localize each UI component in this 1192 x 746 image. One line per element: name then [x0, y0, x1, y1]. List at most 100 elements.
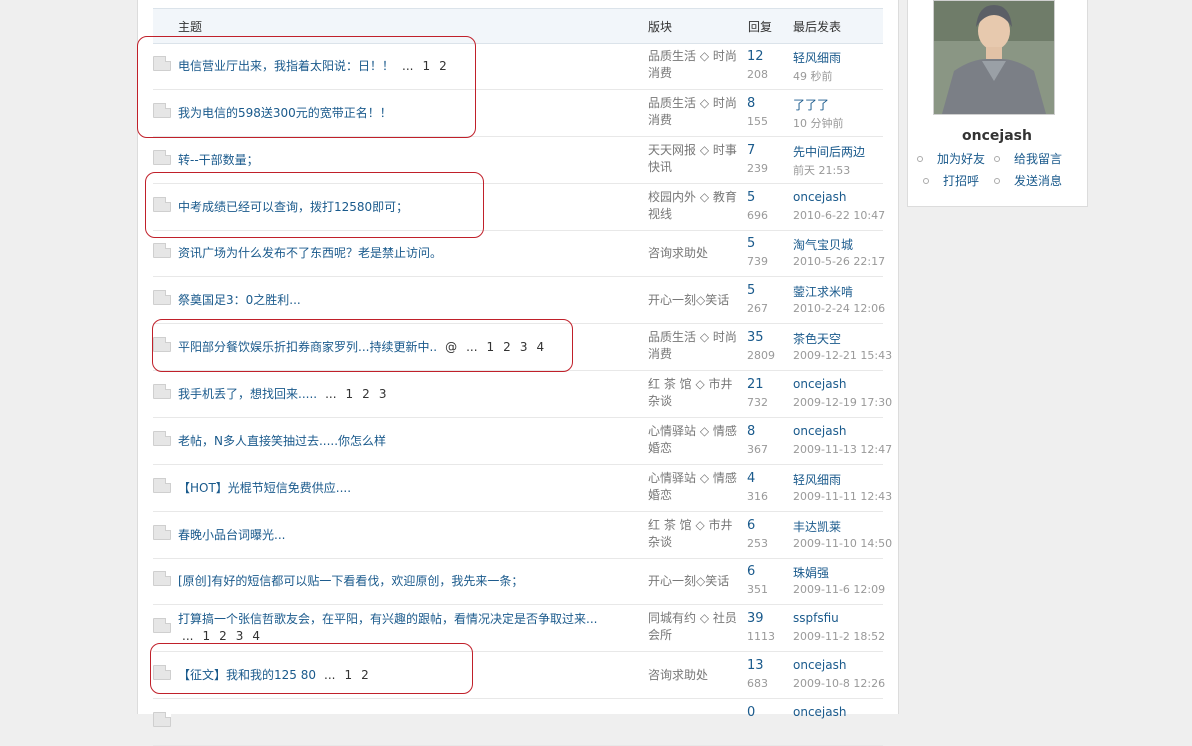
- board-link[interactable]: 品质生活 ◇ 时尚消费: [648, 48, 744, 82]
- thread-title-link[interactable]: 转--干部数量；: [178, 152, 618, 169]
- last-poster-link[interactable]: 珠娟强: [793, 564, 829, 581]
- last-poster-link[interactable]: sspfsfiu: [793, 611, 839, 625]
- last-post-time: 前天 21:53: [793, 163, 851, 177]
- last-poster-link[interactable]: oncejash: [793, 705, 846, 719]
- folder-icon: [153, 711, 171, 727]
- view-count: 155: [747, 114, 768, 128]
- last-poster-link[interactable]: 蓥江求米啃: [793, 283, 853, 300]
- reply-count: 4: [747, 470, 756, 486]
- page-link[interactable]: ...: [182, 629, 193, 643]
- thread-title-link[interactable]: 春晚小品台词曝光...: [178, 527, 618, 544]
- last-poster-link[interactable]: oncejash: [793, 658, 846, 672]
- board-link[interactable]: 品质生活 ◇ 时尚消费: [648, 95, 744, 129]
- view-count: 253: [747, 536, 768, 550]
- board-link[interactable]: 开心一刻◇笑话: [648, 573, 744, 590]
- table-row: 春晚小品台词曝光... 红 茶 馆 ◇ 市井杂谈 6 253 丰达凯莱 2009-11-1…: [153, 512, 892, 559]
- thread-title-link[interactable]: 【征文】我和我的125 80... 1 2: [178, 667, 618, 684]
- reply-count: 21: [747, 376, 764, 392]
- last-poster-link[interactable]: oncejash: [793, 190, 846, 204]
- table-row: 老帖，N多人直接笑抽过去.....你怎么样 心情驿站 ◇ 情感婚恋 8 367 once…: [153, 418, 892, 465]
- thread-title-link[interactable]: 老帖，N多人直接笑抽过去.....你怎么样: [178, 433, 618, 450]
- thread-title-link[interactable]: 【HOT】光棍节短信免费供应....: [178, 480, 618, 497]
- page-link[interactable]: 4: [252, 629, 260, 643]
- view-count: 696: [747, 208, 768, 222]
- last-poster-link[interactable]: 轻风细雨: [793, 49, 841, 66]
- header-last-post: 最后发表: [793, 20, 842, 34]
- board-link[interactable]: 开心一刻◇笑话: [648, 292, 744, 309]
- last-post-time: 2010-6-22 10:47: [793, 208, 886, 222]
- folder-icon: [153, 56, 171, 71]
- view-count: 367: [747, 442, 768, 456]
- last-poster-link[interactable]: 轻风细雨: [793, 471, 841, 488]
- page-link[interactable]: 2: [219, 629, 227, 643]
- page-link[interactable]: 1: [346, 387, 354, 401]
- page-link[interactable]: 4: [536, 340, 544, 354]
- board-link[interactable]: 红 茶 馆 ◇ 市井杂谈: [648, 517, 744, 551]
- board-link[interactable]: 品质生活 ◇ 时尚消费: [648, 329, 744, 363]
- board-link[interactable]: 咨询求助处: [648, 667, 744, 684]
- page-link[interactable]: 2: [439, 59, 447, 73]
- thread-title-text: [原创]有好的短信都可以贴一下看看伐，欢迎原创，我先来一条；: [178, 574, 524, 589]
- profile-username[interactable]: oncejash: [907, 128, 1087, 144]
- page-link[interactable]: 3: [520, 340, 528, 354]
- page-link[interactable]: 1: [487, 340, 495, 354]
- page-link[interactable]: 2: [503, 340, 511, 354]
- page-link[interactable]: 2: [362, 387, 370, 401]
- board-link[interactable]: 心情驿站 ◇ 情感婚恋: [648, 423, 744, 457]
- thread-title-link[interactable]: 电信营业厅出来，我指着太阳说：日！！... 1 2: [178, 58, 618, 75]
- last-poster-link[interactable]: 先中间后两边: [793, 143, 865, 160]
- add-friend-link[interactable]: 加为好友: [916, 150, 985, 167]
- table-row: 祭奠国足3：0之胜利... 开心一刻◇笑话 5 267 蓥江求米啃 2010-2-24 1…: [153, 277, 885, 325]
- reply-count: 12: [747, 49, 764, 64]
- view-count: 239: [747, 161, 768, 175]
- last-poster-link[interactable]: oncejash: [793, 377, 846, 391]
- page-link[interactable]: ...: [466, 340, 477, 354]
- board-link[interactable]: 心情驿站 ◇ 情感婚恋: [648, 470, 744, 504]
- thread-title-link[interactable]: 平阳部分餐饮娱乐折扣券商家罗列...持续更新中.. @... 1 2 3 4: [178, 339, 618, 356]
- table-row: 【HOT】光棍节短信免费供应.... 心情驿站 ◇ 情感婚恋 4 316 轻风细雨 200…: [153, 465, 892, 512]
- view-count: 732: [747, 395, 768, 409]
- board-link[interactable]: 天天网报 ◇ 时事快讯: [648, 142, 744, 176]
- send-message-link[interactable]: 发送消息: [993, 172, 1062, 189]
- last-poster-link[interactable]: 茶色天空: [793, 330, 841, 347]
- view-count: 683: [747, 677, 768, 691]
- last-poster-link[interactable]: 了了了: [793, 96, 829, 113]
- leave-message-link[interactable]: 给我留言: [993, 150, 1062, 167]
- last-poster-link[interactable]: oncejash: [793, 424, 846, 438]
- page-link[interactable]: 2: [361, 668, 369, 682]
- thread-title-link[interactable]: 打算搞一个张信哲歌友会，在平阳，有兴趣的跟帖，看情况决定是否争取过来......…: [178, 611, 618, 645]
- header-topic: 主题: [178, 20, 203, 34]
- thread-title-link[interactable]: [原创]有好的短信都可以贴一下看看伐，欢迎原创，我先来一条；: [178, 573, 618, 590]
- view-count: 208: [747, 68, 768, 81]
- last-poster-link[interactable]: 丰达凯莱: [793, 518, 841, 535]
- table-row: [原创]有好的短信都可以贴一下看看伐，欢迎原创，我先来一条； 开心一刻◇笑话 6 35…: [153, 558, 885, 606]
- page-link[interactable]: 1: [344, 668, 352, 682]
- table-row: 电信营业厅出来，我指着太阳说：日！！... 1 2 品质生活 ◇ 时尚消费 12 208 轻…: [153, 43, 883, 90]
- page-link[interactable]: ...: [402, 59, 413, 73]
- last-post-time: 2009-11-13 12:47: [793, 442, 893, 456]
- thread-title-link[interactable]: 中考成绩已经可以查询，拨打12580即可；: [178, 199, 618, 216]
- last-post-time: 2009-12-21 15:43: [793, 349, 893, 363]
- last-poster-link[interactable]: 淘气宝贝城: [793, 236, 853, 253]
- say-hello-link[interactable]: 打招呼: [922, 172, 979, 189]
- board-link[interactable]: 红 茶 馆 ◇ 市井杂谈: [648, 376, 744, 410]
- page-link[interactable]: ...: [324, 668, 335, 682]
- thread-title-text: 我为电信的598送300元的宽带正名！！: [178, 105, 392, 120]
- folder-icon: [153, 524, 171, 540]
- board-link[interactable]: 校园内外 ◇ 教育视线: [648, 189, 744, 223]
- thread-title-link[interactable]: 我为电信的598送300元的宽带正名！！: [178, 105, 618, 122]
- thread-title-link[interactable]: 我手机丢了，想找回来........ 1 2 3: [178, 386, 618, 403]
- page-link[interactable]: ...: [325, 387, 336, 401]
- view-count: 1113: [747, 630, 775, 644]
- page-link[interactable]: 1: [202, 629, 210, 643]
- attachment-icon[interactable]: @: [445, 340, 457, 354]
- page-link[interactable]: 3: [236, 629, 244, 643]
- thread-title-link[interactable]: 资讯广场为什么发布不了东西呢？老是禁止访问。: [178, 245, 618, 262]
- avatar[interactable]: [933, 0, 1055, 115]
- thread-title-link[interactable]: 祭奠国足3：0之胜利...: [178, 292, 618, 309]
- page-link[interactable]: 3: [379, 387, 387, 401]
- last-post-time: 2010-5-26 22:17: [793, 255, 886, 269]
- board-link[interactable]: 咨询求助处: [648, 245, 744, 262]
- board-link[interactable]: 同城有约 ◇ 社员会所: [648, 610, 744, 644]
- page-link[interactable]: 1: [422, 59, 430, 73]
